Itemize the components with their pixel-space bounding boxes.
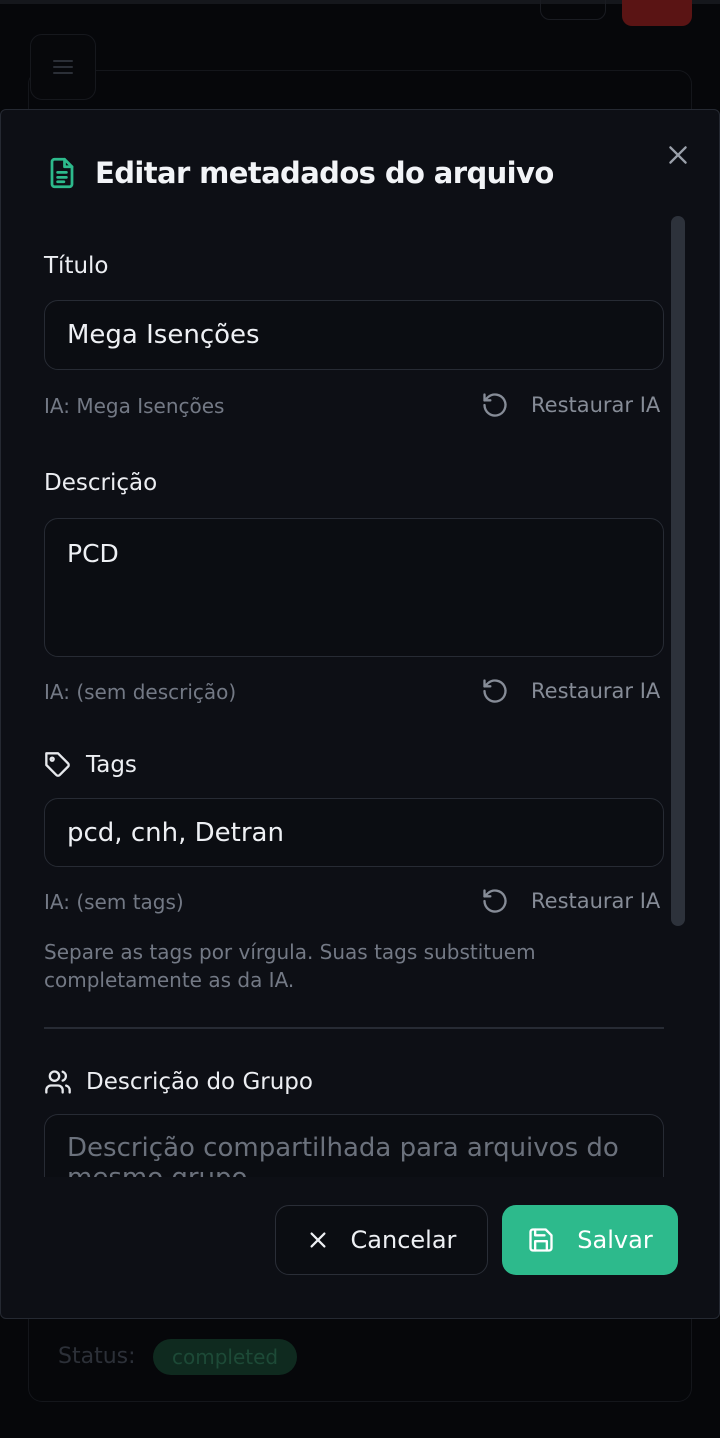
restore-ia-label: Restaurar IA: [531, 679, 661, 703]
tags-restore-ia-button[interactable]: Restaurar IA: [481, 887, 660, 915]
restore-ia-label: Restaurar IA: [531, 393, 661, 417]
background-delete-button: [622, 0, 692, 26]
menu-icon: [53, 60, 73, 74]
description-restore-ia-button[interactable]: Restaurar IA: [481, 677, 660, 705]
background-status-label: Status:: [58, 1344, 136, 1369]
background-menu-button: [30, 34, 96, 100]
tags-ia-hint: IA: (sem tags): [44, 890, 184, 914]
title-ia-hint: IA: Mega Isenções: [44, 394, 225, 418]
background-status-badge: completed: [153, 1339, 298, 1375]
title-input[interactable]: Mega Isenções: [44, 300, 664, 370]
dialog-scrollbar[interactable]: [671, 216, 685, 926]
title-field-label: Título: [44, 253, 109, 279]
users-icon: [45, 1070, 71, 1094]
tags-input[interactable]: pcd, cnh, Detran: [44, 798, 664, 867]
scroll-clip: [2, 1177, 719, 1201]
close-icon[interactable]: [665, 142, 691, 168]
description-textarea[interactable]: PCD: [44, 518, 664, 657]
dialog-header: Editar metadados do arquivo: [47, 156, 554, 190]
background-header-button: [540, 0, 606, 20]
save-button[interactable]: Salvar: [502, 1205, 678, 1275]
section-divider: [44, 1027, 664, 1029]
tags-field-label: Tags: [86, 752, 137, 778]
rotate-ccw-icon: [483, 679, 507, 703]
restore-ia-label: Restaurar IA: [531, 889, 661, 913]
save-button-label: Salvar: [577, 1226, 653, 1254]
tags-field-label-group: Tags: [44, 751, 137, 779]
tag-icon: [45, 752, 70, 777]
description-ia-hint: IA: (sem descrição): [44, 680, 237, 704]
cancel-button-label: Cancelar: [350, 1226, 457, 1254]
dialog-title: Editar metadados do arquivo: [95, 156, 554, 190]
file-text-icon: [50, 157, 74, 189]
edit-metadata-dialog: Editar metadados do arquivo Título Mega …: [0, 109, 720, 1319]
group-description-label-group: Descrição do Grupo: [44, 1068, 313, 1096]
cancel-button[interactable]: Cancelar: [275, 1205, 488, 1275]
tags-help-text: Separe as tags por vírgula. Suas tags su…: [44, 940, 536, 992]
save-icon: [529, 1228, 553, 1252]
rotate-ccw-icon: [483, 393, 507, 417]
group-description-label: Descrição do Grupo: [86, 1069, 313, 1095]
title-restore-ia-button[interactable]: Restaurar IA: [481, 391, 660, 419]
rotate-ccw-icon: [483, 889, 507, 913]
description-field-label: Descrição: [44, 470, 158, 496]
background-card: [28, 70, 692, 110]
close-icon: [310, 1232, 326, 1248]
background-topline: [0, 0, 720, 4]
